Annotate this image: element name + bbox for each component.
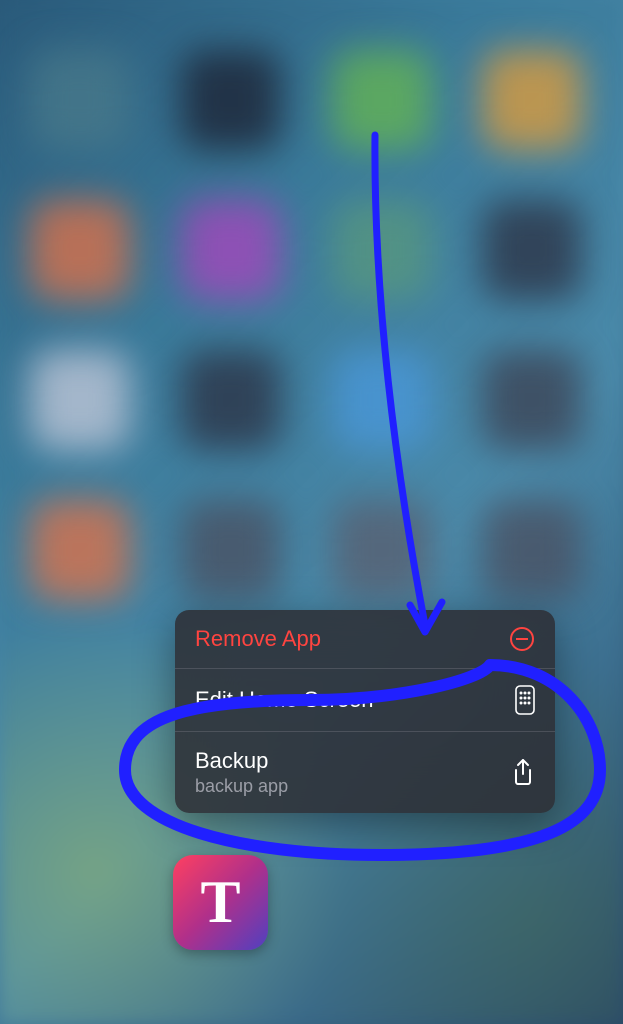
blurred-app-icon [30, 50, 130, 150]
backup-label: Backup [195, 748, 288, 774]
blurred-app-icon [30, 350, 130, 450]
apps-grid-icon [515, 685, 535, 715]
blurred-app-icon [332, 50, 432, 150]
blurred-app-icon [332, 500, 432, 600]
blurred-app-icon [482, 200, 582, 300]
blurred-app-icon [30, 200, 130, 300]
share-icon [511, 758, 535, 788]
edit-home-screen-label: Edit Home Screen [195, 687, 374, 713]
blurred-app-icon [482, 500, 582, 600]
blurred-app-icon [482, 50, 582, 150]
backup-sublabel: backup app [195, 776, 288, 797]
blurred-app-icon [181, 350, 281, 450]
blurred-app-icon [181, 50, 281, 150]
edit-home-screen-menu-item[interactable]: Edit Home Screen [175, 669, 555, 732]
blurred-app-icon [332, 350, 432, 450]
blurred-app-icon [30, 500, 130, 600]
minus-circle-icon [509, 626, 535, 652]
backup-menu-item[interactable]: Backup backup app [175, 732, 555, 813]
remove-app-menu-item[interactable]: Remove App [175, 610, 555, 669]
home-screen-icons-blurred [30, 50, 593, 600]
app-context-menu: Remove App Edit Home Screen [175, 610, 555, 813]
app-icon-letter: T [200, 868, 240, 937]
remove-app-label: Remove App [195, 626, 321, 652]
blurred-app-icon [332, 200, 432, 300]
blurred-app-icon [181, 500, 281, 600]
blurred-app-icon [181, 200, 281, 300]
blurred-app-icon [482, 350, 582, 450]
app-icon[interactable]: T [173, 855, 268, 950]
